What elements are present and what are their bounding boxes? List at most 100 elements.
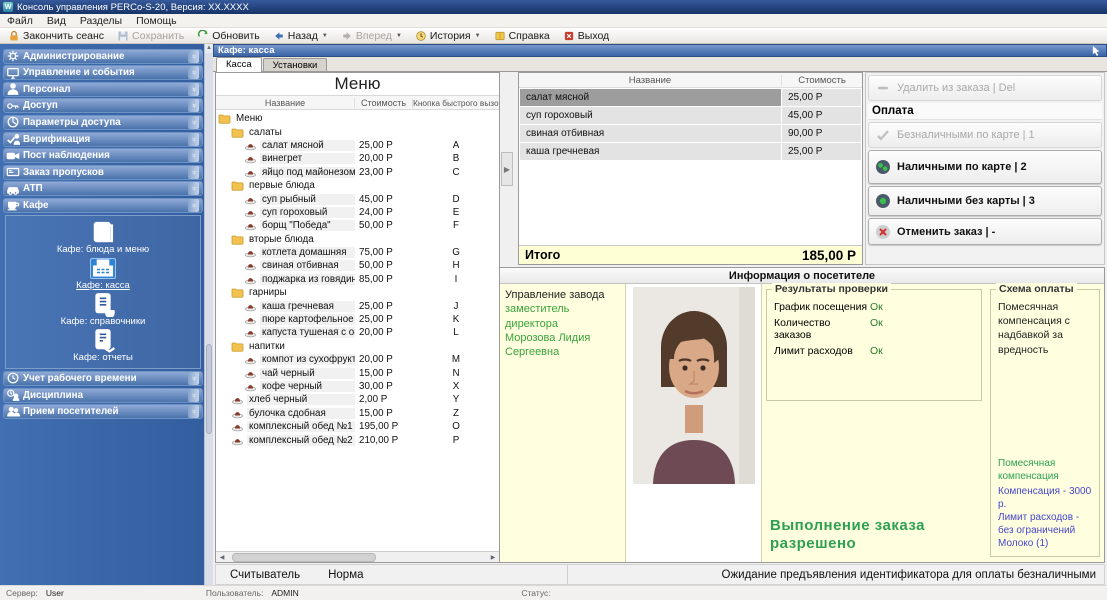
chevron-down-icon[interactable]: » <box>188 83 199 96</box>
tree-item-row[interactable]: хлеб черный2,00 РY <box>216 393 499 406</box>
chevron-down-icon[interactable]: » <box>188 372 199 385</box>
sidebar-item-pass-order[interactable]: Заказ пропусков» <box>3 165 203 180</box>
order-row[interactable]: свиная отбивная90,00 Р <box>520 125 861 142</box>
menu-file[interactable]: Файл <box>0 15 40 27</box>
scroll-right-icon[interactable]: ▶ <box>488 554 498 561</box>
menu-help[interactable]: Помощь <box>129 15 184 27</box>
tree-folder-row[interactable]: вторые блюда <box>216 233 499 246</box>
order-row[interactable]: каша гречневая25,00 Р <box>520 143 861 160</box>
reference-button[interactable]: Справка <box>488 29 556 43</box>
tree-folder-row[interactable]: первые блюда <box>216 179 499 192</box>
pin-hand-icon[interactable] <box>1091 45 1102 56</box>
tree-item-row[interactable]: суп гороховый24,00 РE <box>216 206 499 219</box>
chevron-down-icon[interactable]: » <box>188 116 199 129</box>
sidebar-item-management-events[interactable]: Управление и события» <box>3 65 203 80</box>
sidebar-item-discipline[interactable]: Дисциплина» <box>3 388 203 403</box>
pay-cash-by-card-button[interactable]: Наличными по карте | 2 <box>868 150 1102 184</box>
sidebar-item-cafe-directories[interactable]: Кафе: справочники <box>61 293 146 328</box>
tree-folder-row[interactable]: салаты <box>216 125 499 138</box>
column-name[interactable]: Название <box>216 98 355 108</box>
chevron-down-icon[interactable]: » <box>188 99 199 112</box>
pay-cashless-by-card-button[interactable]: Безналичными по карте | 1 <box>868 122 1102 148</box>
sidebar-scrollbar[interactable]: ▲ <box>204 44 213 585</box>
tree-item-row[interactable]: винегрет20,00 РB <box>216 152 499 165</box>
chevron-down-icon[interactable]: » <box>188 166 199 179</box>
tree-item-row[interactable]: яйцо под майонезом23,00 РC <box>216 166 499 179</box>
tree-item-row[interactable]: котлета домашняя75,00 РG <box>216 246 499 259</box>
toolbar-button-label: Вперед <box>356 30 392 42</box>
tree-horizontal-scrollbar[interactable]: ◀ ▶ <box>216 551 499 562</box>
order-row[interactable]: салат мясной25,00 Р <box>520 89 861 106</box>
refresh-button[interactable]: Обновить <box>191 29 266 43</box>
sidebar-item-personnel[interactable]: Персонал» <box>3 82 203 97</box>
history-button[interactable]: История▼ <box>409 29 487 43</box>
chevron-down-icon[interactable]: » <box>188 405 199 418</box>
dropdown-caret-icon[interactable]: ▼ <box>475 33 481 39</box>
exit-button[interactable]: Выход <box>557 29 615 43</box>
sidebar-item-cafe[interactable]: Кафе» <box>3 198 203 213</box>
sidebar-item-cafe-dishes-menu[interactable]: Кафе: блюда и меню <box>57 221 149 256</box>
chevron-down-icon[interactable]: » <box>188 389 199 402</box>
tree-item-row[interactable]: капуста тушеная с ов.20,00 РL <box>216 326 499 339</box>
sidebar-item-access-params[interactable]: Параметры доступа» <box>3 115 203 130</box>
tree-item-row[interactable]: суп рыбный45,00 РD <box>216 192 499 205</box>
scroll-up-icon[interactable]: ▲ <box>205 44 213 53</box>
chevron-down-icon[interactable]: » <box>188 66 199 79</box>
column-price[interactable]: Стоимость <box>782 75 862 86</box>
tree-item-row[interactable]: салат мясной25,00 РA <box>216 139 499 152</box>
menu-sections[interactable]: Разделы <box>73 15 129 27</box>
delete-from-order-button[interactable]: Удалить из заказа | Del <box>868 75 1102 101</box>
tree-item-row[interactable]: борщ "Победа"50,00 РF <box>216 219 499 232</box>
tree-folder-row[interactable]: Меню <box>216 112 499 125</box>
tree-item-row[interactable]: поджарка из говядины85,00 РI <box>216 273 499 286</box>
forward-button[interactable]: Вперед ▼ <box>335 29 408 43</box>
tree-item-row[interactable]: пюре картофельное25,00 РK <box>216 313 499 326</box>
dropdown-caret-icon[interactable]: ▼ <box>322 33 328 39</box>
dish-icon <box>231 394 244 405</box>
sidebar-item-observation-post[interactable]: Пост наблюдения» <box>3 148 203 163</box>
order-row[interactable]: суп гороховый45,00 Р <box>520 107 861 124</box>
tab-ustanovki[interactable]: Установки <box>263 58 328 71</box>
chevron-down-icon[interactable]: » <box>188 149 199 162</box>
menu-view[interactable]: Вид <box>40 15 73 27</box>
tab-kassa[interactable]: Касса <box>216 57 262 72</box>
chevron-down-icon[interactable]: » <box>188 50 199 63</box>
end-session-button[interactable]: Закончить сеанс <box>2 29 110 43</box>
save-button[interactable]: Сохранить <box>111 29 190 43</box>
sidebar-item-verification[interactable]: Верификация» <box>3 132 203 147</box>
chevron-down-icon[interactable]: » <box>188 133 199 146</box>
tree-item-row[interactable]: булочка сдобная15,00 РZ <box>216 407 499 420</box>
tree-item-price: 75,00 Р <box>355 247 413 258</box>
cancel-order-button[interactable]: Отменить заказ | - <box>868 218 1102 245</box>
tree-folder-row[interactable]: напитки <box>216 340 499 353</box>
scrollbar-thumb[interactable] <box>206 344 212 434</box>
back-button[interactable]: Назад▼ <box>267 29 334 43</box>
sidebar-item-visitors-reception[interactable]: Прием посетителей» <box>3 404 203 419</box>
tree-item-row[interactable]: каша гречневая25,00 РJ <box>216 299 499 312</box>
column-name[interactable]: Название <box>519 75 782 86</box>
tree-item-row[interactable]: компот из сухофруктов20,00 РM <box>216 353 499 366</box>
column-price[interactable]: Стоимость <box>355 98 413 108</box>
tree-item-row[interactable]: кофе черный30,00 РX <box>216 380 499 393</box>
chevron-down-icon[interactable]: » <box>188 182 199 195</box>
sidebar-item-cafe-register[interactable]: Кафе: касса <box>76 257 130 292</box>
add-to-order-splitter-button[interactable]: ▶ <box>501 152 513 186</box>
tree-item-row[interactable]: свиная отбивная50,00 РH <box>216 259 499 272</box>
scroll-left-icon[interactable]: ◀ <box>217 554 227 561</box>
sidebar-item-atp[interactable]: АТП» <box>3 181 203 196</box>
sidebar-item-cafe-reports[interactable]: Кафе: отчеты <box>73 329 133 364</box>
chevron-down-icon[interactable]: » <box>188 199 199 212</box>
sidebar-item-administration[interactable]: Администрирование» <box>3 49 203 64</box>
tree-item-row[interactable]: комплексный обед №1195,00 РO <box>216 420 499 433</box>
sidebar-item-time-tracking[interactable]: Учет рабочего времени» <box>3 371 203 386</box>
column-hotkey[interactable]: Кнопка быстрого вызова <box>413 98 499 108</box>
scrollbar-thumb[interactable] <box>232 553 376 562</box>
sidebar-item-access[interactable]: Доступ» <box>3 98 203 113</box>
tree-item-row[interactable]: чай черный15,00 РN <box>216 366 499 379</box>
dropdown-caret-icon[interactable]: ▼ <box>396 33 402 39</box>
app-logo-icon: W <box>3 2 13 12</box>
tree-folder-row[interactable]: гарниры <box>216 286 499 299</box>
scrollbar-track[interactable] <box>227 553 488 562</box>
tree-item-row[interactable]: комплексный обед №2210,00 РP <box>216 433 499 446</box>
pay-cash-no-card-button[interactable]: Наличными без карты | 3 <box>868 186 1102 216</box>
